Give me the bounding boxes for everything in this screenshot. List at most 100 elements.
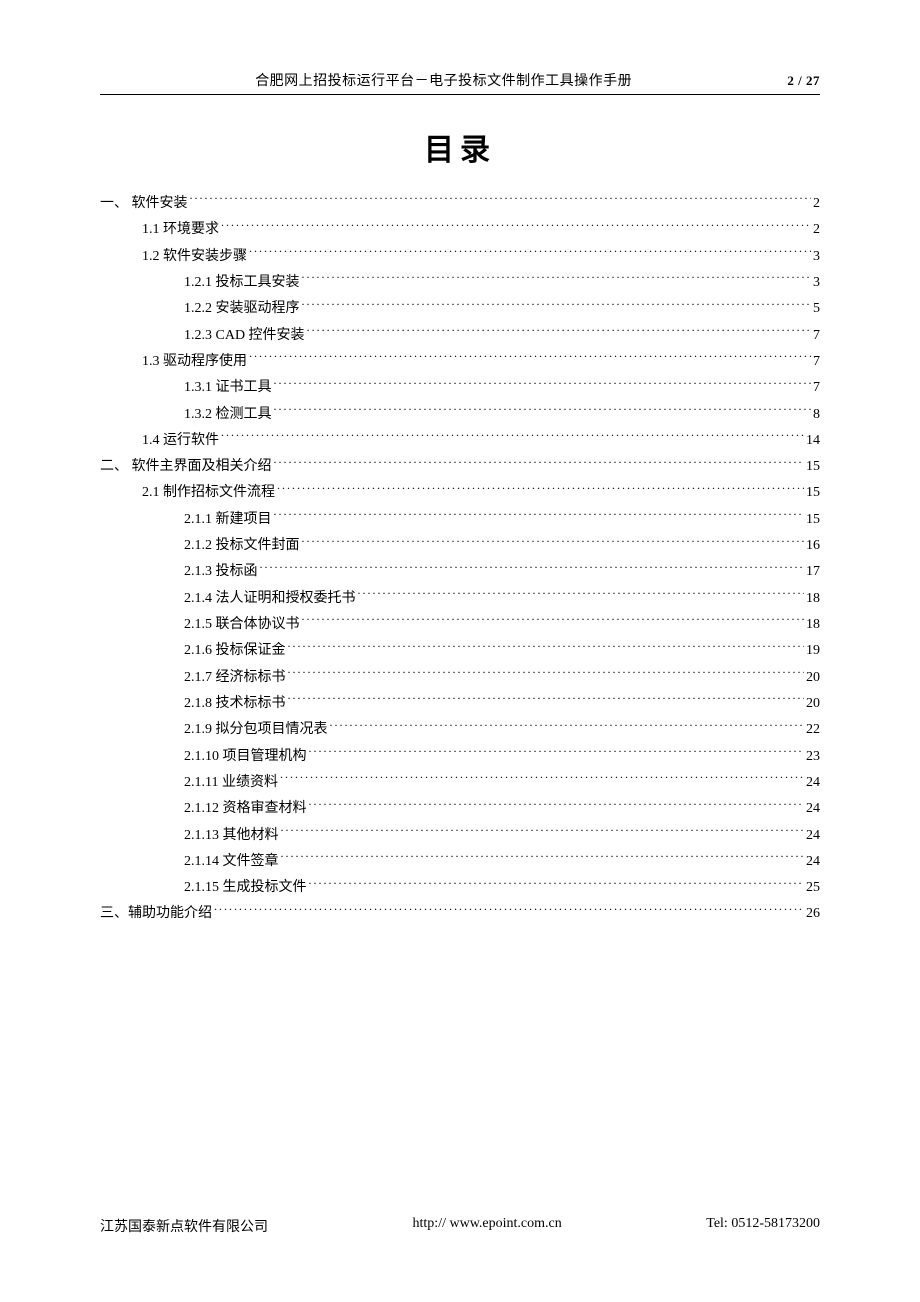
toc-entry-label: 1.3.1 证书工具 <box>184 375 272 401</box>
toc-leader-dots <box>249 246 811 260</box>
page-separator: / <box>794 73 806 88</box>
toc-entry-page: 18 <box>806 612 820 638</box>
toc-leader-dots <box>288 667 805 681</box>
header-document-title: 合肥网上招投标运行平台－电子投标文件制作工具操作手册 <box>100 70 787 90</box>
toc-entry[interactable]: 2.1.9 拟分包项目情况表22 <box>100 717 820 743</box>
toc-leader-dots <box>274 404 812 418</box>
toc-entry-page: 20 <box>806 665 820 691</box>
toc-leader-dots <box>288 640 805 654</box>
toc-entry[interactable]: 2.1.11 业绩资料 24 <box>100 770 820 796</box>
total-pages: 27 <box>806 73 820 88</box>
toc-entry-page: 2 <box>813 217 820 243</box>
toc-entry-label: 2.1.7 经济标标书 <box>184 665 286 691</box>
toc-leader-dots <box>280 772 804 786</box>
toc-entry[interactable]: 2.1.14 文件签章 24 <box>100 849 820 875</box>
toc-entry[interactable]: 1.2 软件安装步骤 3 <box>100 244 820 270</box>
toc-entry[interactable]: 2.1.1 新建项目15 <box>100 507 820 533</box>
toc-entry[interactable]: 一、 软件安装 2 <box>100 191 820 217</box>
toc-entry-label: 2.1.8 技术标标书 <box>184 691 286 717</box>
toc-leader-dots <box>221 219 811 233</box>
toc-entry-page: 7 <box>813 375 820 401</box>
document-page: 合肥网上招投标运行平台－电子投标文件制作工具操作手册 2 / 27 目录 一、 … <box>0 0 920 1302</box>
toc-entry-page: 24 <box>806 849 820 875</box>
toc-entry-label: 2.1.2 投标文件封面 <box>184 533 300 559</box>
toc-leader-dots <box>221 430 804 444</box>
toc-entry[interactable]: 2.1.2 投标文件封面16 <box>100 533 820 559</box>
toc-entry[interactable]: 2.1.5 联合体协议书 18 <box>100 612 820 638</box>
toc-entry[interactable]: 1.2.1 投标工具安装3 <box>100 270 820 296</box>
toc-leader-dots <box>277 482 804 496</box>
toc-leader-dots <box>309 798 805 812</box>
toc-entry-page: 25 <box>806 875 820 901</box>
toc-entry-label: 一、 软件安装 <box>100 191 188 217</box>
toc-entry[interactable]: 2.1.7 经济标标书 20 <box>100 665 820 691</box>
toc-entry-label: 2.1.3 投标函 <box>184 559 258 585</box>
toc-entry[interactable]: 2.1.13 其他材料24 <box>100 823 820 849</box>
toc-entry[interactable]: 2.1.3 投标函17 <box>100 559 820 585</box>
table-of-contents: 一、 软件安装 2 1.1 环境要求 2 1.2 软件安装步骤 31.2.1 投标工具安装… <box>100 191 820 928</box>
toc-leader-dots <box>260 561 805 575</box>
toc-entry-page: 2 <box>813 191 820 217</box>
toc-entry[interactable]: 1.3.2 检测工具8 <box>100 402 820 428</box>
toc-entry[interactable]: 1.3.1 证书工具 7 <box>100 375 820 401</box>
toc-entry[interactable]: 2.1.6 投标保证金 19 <box>100 638 820 664</box>
toc-entry[interactable]: 2.1.15 生成投标文件25 <box>100 875 820 901</box>
toc-leader-dots <box>249 351 811 365</box>
toc-entry-page: 24 <box>806 823 820 849</box>
toc-entry-label: 2.1 制作招标文件流程 <box>142 480 275 506</box>
toc-entry-label: 1.2.3 CAD 控件安装 <box>184 323 305 349</box>
toc-entry-page: 7 <box>813 323 820 349</box>
toc-entry[interactable]: 1.2.3 CAD 控件安装 7 <box>100 323 820 349</box>
toc-entry[interactable]: 2.1.4 法人证明和授权委托书18 <box>100 586 820 612</box>
toc-leader-dots <box>309 877 805 891</box>
toc-leader-dots <box>214 903 804 917</box>
toc-entry[interactable]: 2.1 制作招标文件流程15 <box>100 480 820 506</box>
toc-entry[interactable]: 1.3 驱动程序使用 7 <box>100 349 820 375</box>
toc-leader-dots <box>302 272 812 286</box>
toc-entry-label: 2.1.5 联合体协议书 <box>184 612 300 638</box>
toc-entry-label: 1.1 环境要求 <box>142 217 219 243</box>
toc-leader-dots <box>274 509 805 523</box>
toc-entry-label: 2.1.14 文件签章 <box>184 849 279 875</box>
toc-entry-page: 18 <box>806 586 820 612</box>
toc-entry-page: 14 <box>806 428 820 454</box>
toc-heading: 目录 <box>100 125 820 169</box>
toc-entry-page: 23 <box>806 744 820 770</box>
toc-leader-dots <box>288 693 805 707</box>
toc-leader-dots <box>309 746 805 760</box>
toc-entry-label: 1.3 驱动程序使用 <box>142 349 247 375</box>
toc-leader-dots <box>302 298 812 312</box>
toc-entry-label: 2.1.6 投标保证金 <box>184 638 286 664</box>
toc-leader-dots <box>281 825 805 839</box>
toc-entry[interactable]: 2.1.10 项目管理机构 23 <box>100 744 820 770</box>
toc-entry-label: 2.1.11 业绩资料 <box>184 770 278 796</box>
toc-entry[interactable]: 1.4 运行软件 14 <box>100 428 820 454</box>
toc-leader-dots <box>302 614 805 628</box>
toc-entry-page: 19 <box>806 638 820 664</box>
toc-entry-page: 3 <box>813 244 820 270</box>
toc-leader-dots <box>190 193 812 207</box>
footer-url: http:// www.epoint.com.cn <box>413 1216 562 1236</box>
toc-leader-dots <box>330 719 805 733</box>
toc-entry-label: 1.4 运行软件 <box>142 428 219 454</box>
toc-entry-label: 1.2 软件安装步骤 <box>142 244 247 270</box>
header-page-indicator: 2 / 27 <box>787 73 820 89</box>
toc-entry[interactable]: 二、 软件主界面及相关介绍15 <box>100 454 820 480</box>
toc-leader-dots <box>281 851 805 865</box>
toc-entry[interactable]: 2.1.8 技术标标书20 <box>100 691 820 717</box>
toc-entry-page: 15 <box>806 507 820 533</box>
toc-entry-label: 2.1.12 资格审查材料 <box>184 796 307 822</box>
toc-entry-page: 24 <box>806 770 820 796</box>
toc-entry[interactable]: 1.1 环境要求 2 <box>100 217 820 243</box>
toc-leader-dots <box>307 325 811 339</box>
toc-entry-label: 1.2.2 安装驱动程序 <box>184 296 300 322</box>
toc-entry[interactable]: 2.1.12 资格审查材料24 <box>100 796 820 822</box>
toc-entry-page: 8 <box>813 402 820 428</box>
toc-entry-label: 二、 软件主界面及相关介绍 <box>100 454 272 480</box>
toc-entry[interactable]: 三、辅助功能介绍26 <box>100 901 820 927</box>
toc-entry-page: 7 <box>813 349 820 375</box>
toc-entry-page: 3 <box>813 270 820 296</box>
toc-leader-dots <box>358 588 805 602</box>
toc-entry[interactable]: 1.2.2 安装驱动程序5 <box>100 296 820 322</box>
toc-entry-label: 2.1.10 项目管理机构 <box>184 744 307 770</box>
